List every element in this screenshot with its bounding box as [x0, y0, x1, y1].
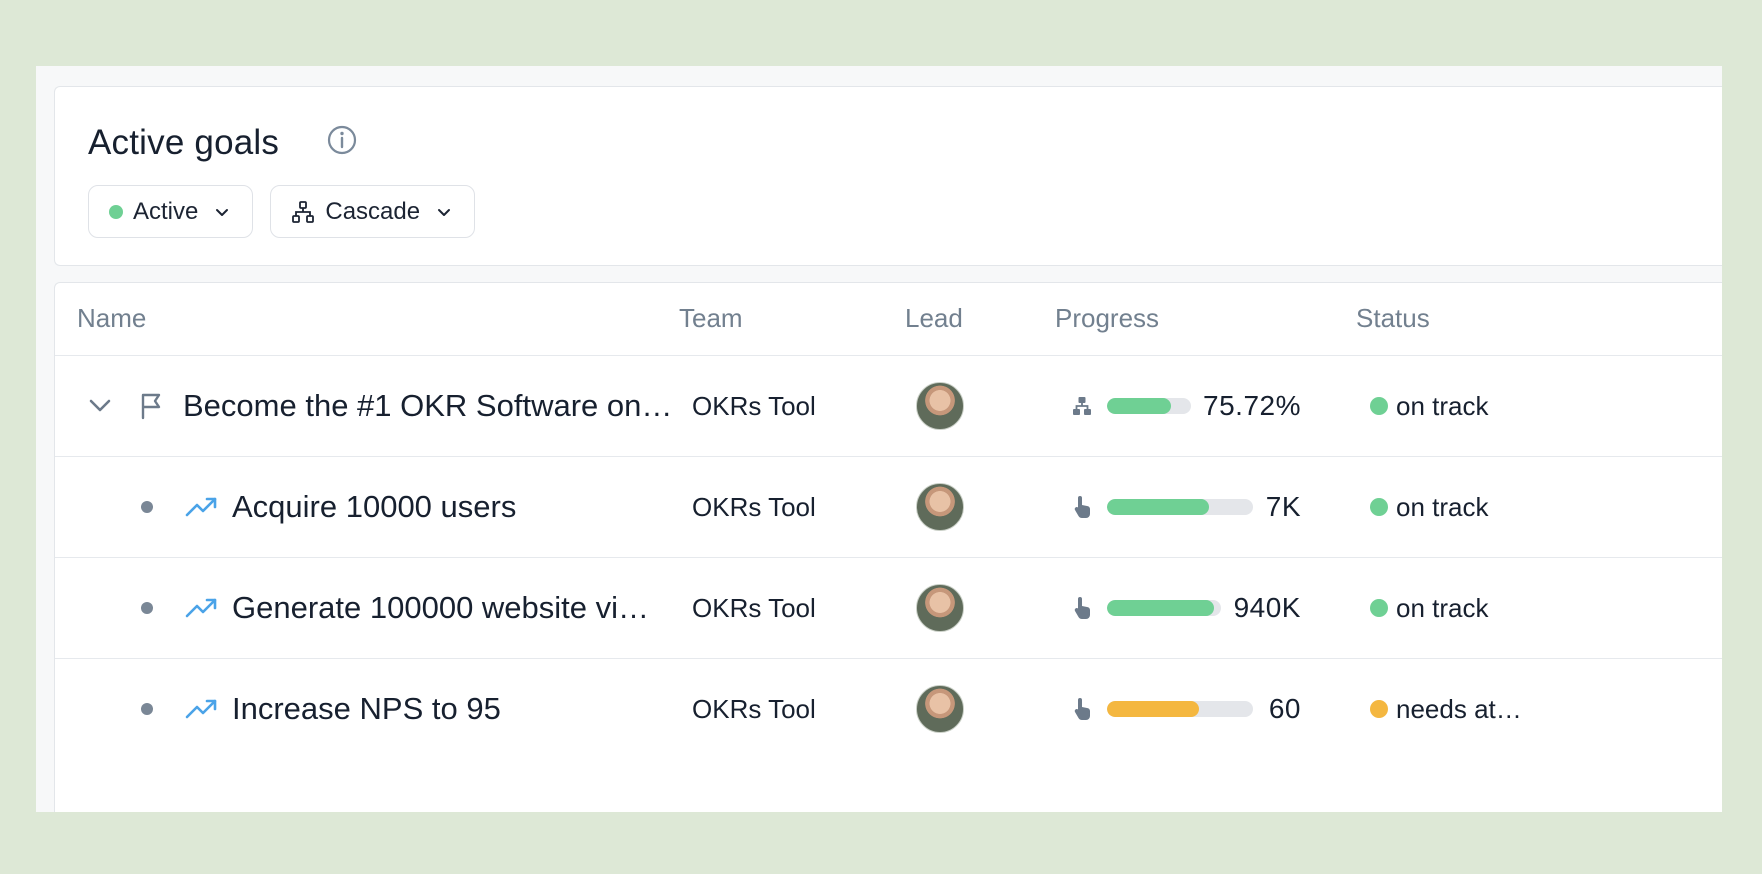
hierarchy-icon	[1073, 397, 1091, 415]
goals-table: Name Team Lead Progress Status Become th…	[54, 282, 1722, 812]
table-header: Name Team Lead Progress Status	[55, 283, 1722, 356]
status-dot-icon	[1370, 700, 1388, 718]
flag-icon	[141, 393, 161, 420]
hand-pointer-icon	[1074, 597, 1090, 620]
avatar[interactable]	[916, 584, 964, 632]
trending-up-icon	[185, 497, 217, 517]
bullet-icon	[141, 703, 153, 715]
table-row[interactable]: Increase NPS to 95 OKRs Tool 60 needs at…	[55, 659, 1722, 759]
hand-pointer-icon	[1074, 496, 1090, 519]
avatar[interactable]	[916, 382, 964, 430]
column-header-progress[interactable]: Progress	[1055, 303, 1159, 334]
trending-up-icon	[185, 598, 217, 618]
bullet-icon	[141, 602, 153, 614]
hierarchy-icon	[292, 200, 315, 223]
status-badge[interactable]: on track	[1370, 593, 1489, 624]
chevron-down-icon	[216, 208, 229, 216]
status-label: on track	[1396, 491, 1489, 522]
goals-header-card: Active goals Active Cascade	[54, 86, 1722, 266]
goal-name[interactable]: Generate 100000 website vi…	[232, 590, 649, 626]
bullet-icon	[141, 501, 153, 513]
status-filter-label: Active	[133, 197, 199, 225]
table-row[interactable]: Generate 100000 website vi… OKRs Tool 94…	[55, 558, 1722, 659]
goal-name[interactable]: Become the #1 OKR Software on…	[183, 388, 672, 424]
goal-name[interactable]: Acquire 10000 users	[232, 489, 516, 525]
column-header-status[interactable]: Status	[1356, 303, 1430, 334]
info-circle-icon[interactable]	[325, 123, 359, 157]
avatar[interactable]	[916, 483, 964, 531]
filter-bar: Active Cascade	[88, 185, 476, 238]
status-dot-icon	[109, 204, 123, 219]
column-header-name[interactable]: Name	[77, 303, 146, 334]
column-header-team[interactable]: Team	[679, 303, 743, 334]
status-badge[interactable]: on track	[1370, 492, 1489, 523]
progress-value: 7K	[1265, 491, 1301, 522]
progress-value: 60	[1268, 693, 1301, 724]
status-label: on track	[1396, 592, 1489, 623]
team-name[interactable]: OKRs Tool	[692, 694, 816, 725]
table-row[interactable]: Become the #1 OKR Software on… OKRs Tool	[55, 356, 1722, 457]
team-name[interactable]: OKRs Tool	[692, 391, 816, 422]
column-header-lead[interactable]: Lead	[905, 303, 963, 334]
status-dot-icon	[1370, 397, 1388, 415]
status-badge[interactable]: needs at…	[1370, 694, 1522, 725]
table-row[interactable]: Acquire 10000 users OKRs Tool 7K on trac…	[55, 457, 1722, 558]
status-badge[interactable]: on track	[1370, 391, 1489, 422]
status-dot-icon	[1370, 498, 1388, 516]
chevron-down-icon[interactable]	[85, 391, 115, 421]
page-title: Active goals	[88, 123, 280, 162]
team-name[interactable]: OKRs Tool	[692, 593, 816, 624]
chevron-down-icon	[438, 208, 451, 216]
status-dot-icon	[1370, 599, 1388, 617]
hand-pointer-icon	[1074, 698, 1090, 721]
status-filter-button[interactable]: Active	[88, 185, 254, 238]
avatar[interactable]	[916, 685, 964, 733]
team-name[interactable]: OKRs Tool	[692, 492, 816, 523]
goal-name[interactable]: Increase NPS to 95	[232, 691, 501, 727]
goals-panel: Active goals Active Cascade Name Team Le…	[36, 66, 1722, 812]
status-label: on track	[1396, 390, 1489, 421]
cascade-filter-label: Cascade	[325, 197, 421, 225]
progress-value: 940K	[1233, 592, 1301, 623]
progress-value: 75.72%	[1203, 390, 1301, 421]
cascade-filter-button[interactable]: Cascade	[270, 185, 476, 238]
status-label: needs at…	[1396, 693, 1522, 724]
trending-up-icon	[185, 699, 217, 719]
